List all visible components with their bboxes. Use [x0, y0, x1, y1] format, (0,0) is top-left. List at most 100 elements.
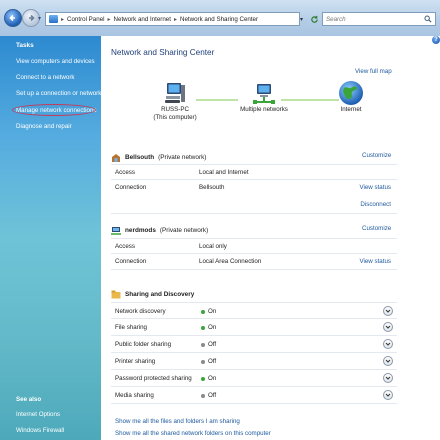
breadcrumb-network-and-internet[interactable]: Network and Internet	[114, 16, 171, 23]
private-network-icon	[112, 153, 120, 162]
status-dot-icon	[201, 326, 205, 330]
sharing-label: Public folder sharing	[115, 341, 172, 348]
search-input[interactable]	[326, 15, 425, 23]
customize-link[interactable]: Customize	[362, 152, 391, 159]
see-also-internet-options[interactable]: Internet Options	[16, 411, 60, 418]
row-value: Local only	[199, 243, 227, 250]
map-node-this-computer[interactable]: RUSS-PC (This computer)	[151, 82, 199, 122]
network-row: Connection Local Area Connection View st…	[111, 254, 397, 270]
network-row: Connection Bellsouth View status Disconn…	[111, 180, 397, 214]
chevron-down-icon	[385, 342, 391, 346]
sharing-title: Sharing and Discovery	[125, 290, 195, 298]
address-dropdown-button[interactable]: ▾	[297, 12, 306, 26]
sharing-label: Printer sharing	[115, 358, 156, 365]
refresh-button[interactable]	[308, 12, 320, 26]
private-network-icon	[111, 226, 121, 235]
recent-pages-dropdown[interactable]: ▾	[38, 15, 44, 23]
back-arrow-icon	[9, 14, 15, 22]
network-row: Access Local only	[111, 238, 397, 254]
expand-button[interactable]	[383, 373, 393, 383]
row-key: Connection	[115, 184, 147, 191]
breadcrumb-control-panel[interactable]: Control Panel	[67, 16, 105, 23]
page-title: Network and Sharing Center	[111, 48, 215, 57]
expand-button[interactable]	[383, 306, 393, 316]
map-node-label: Multiple networks	[240, 106, 288, 113]
expand-button[interactable]	[383, 356, 393, 366]
status-dot-icon	[201, 377, 205, 381]
row-key: Access	[115, 243, 135, 250]
see-also-windows-firewall[interactable]: Windows Firewall	[16, 427, 64, 434]
row-value: Bellsouth	[199, 184, 225, 191]
search-box[interactable]	[322, 12, 436, 26]
network-row: Access Local and Internet	[111, 164, 397, 180]
network-icon	[253, 84, 275, 104]
sharing-state: On	[208, 375, 217, 382]
tasks-title: Tasks	[16, 42, 34, 49]
row-value: Local and Internet	[199, 169, 249, 176]
breadcrumb-separator-icon[interactable]: ▸	[108, 16, 111, 23]
network-name: nerdmods	[125, 226, 156, 234]
see-also-title: See also	[16, 396, 42, 403]
chevron-down-icon	[385, 359, 391, 363]
sharing-state: Off	[208, 341, 217, 348]
sharing-row: Printer sharing Off	[111, 353, 397, 370]
breadcrumb-network-sharing-center[interactable]: Network and Sharing Center	[180, 16, 258, 23]
network-header-nerdmods: nerdmods (Private network)	[111, 224, 208, 236]
breadcrumb-separator-icon[interactable]: ▸	[174, 16, 177, 23]
view-status-link[interactable]: View status	[359, 184, 391, 191]
map-node-internet[interactable]: Internet	[333, 80, 369, 114]
status-dot-icon	[201, 310, 205, 314]
chevron-down-icon	[385, 376, 391, 380]
show-shared-folders-link[interactable]: Show me all the shared network folders o…	[115, 430, 271, 437]
map-node-sublabel: (This computer)	[153, 114, 197, 121]
task-diagnose-repair[interactable]: Diagnose and repair	[16, 123, 72, 130]
status-dot-icon	[201, 360, 205, 364]
back-button[interactable]	[4, 9, 22, 27]
sharing-state: On	[208, 308, 217, 315]
sharing-label: File sharing	[115, 324, 147, 331]
task-manage-network-connections[interactable]: Manage network connections	[16, 107, 97, 114]
forward-arrow-icon	[29, 14, 35, 22]
row-key: Access	[115, 169, 135, 176]
sharing-state: On	[208, 324, 217, 331]
globe-icon	[339, 81, 363, 105]
sharing-state: Off	[208, 358, 217, 365]
sharing-label: Password protected sharing	[115, 375, 192, 382]
main-content: ? Network and Sharing Center View full m…	[101, 36, 440, 440]
tasks-pane: Tasks View computers and devices Connect…	[0, 36, 101, 440]
show-shared-files-link[interactable]: Show me all the files and folders I am s…	[115, 418, 240, 425]
address-bar: ▾ ▸ Control Panel ▸ Network and Internet…	[0, 0, 440, 40]
chevron-down-icon	[385, 325, 391, 329]
task-setup-connection[interactable]: Set up a connection or network	[16, 90, 101, 97]
sharing-icon	[111, 290, 121, 298]
sharing-row: File sharing On	[111, 319, 397, 336]
disconnect-link[interactable]: Disconnect	[360, 201, 391, 208]
map-node-label: Internet	[340, 106, 362, 113]
breadcrumb-separator-icon[interactable]: ▸	[61, 16, 64, 23]
map-node-multiple-networks[interactable]: Multiple networks	[235, 82, 293, 114]
map-node-label: RUSS-PC	[161, 106, 189, 113]
status-dot-icon	[201, 343, 205, 347]
network-type: (Private network)	[159, 226, 209, 234]
customize-link[interactable]: Customize	[362, 225, 391, 232]
view-full-map-link[interactable]: View full map	[355, 68, 392, 75]
help-icon[interactable]: ?	[432, 36, 440, 44]
task-connect-to-network[interactable]: Connect to a network	[16, 74, 74, 81]
sharing-header: Sharing and Discovery	[111, 288, 194, 300]
search-icon[interactable]	[424, 15, 432, 23]
sharing-label: Network discovery	[115, 308, 166, 315]
chevron-down-icon	[385, 393, 391, 397]
expand-button[interactable]	[383, 322, 393, 332]
sharing-row: Password protected sharing On	[111, 370, 397, 387]
control-panel-icon	[49, 15, 58, 23]
task-view-computers[interactable]: View computers and devices	[16, 58, 95, 65]
status-dot-icon	[201, 394, 205, 398]
breadcrumb[interactable]: ▸ Control Panel ▸ Network and Internet ▸…	[45, 12, 300, 26]
expand-button[interactable]	[383, 339, 393, 349]
network-name: Bellsouth	[125, 153, 155, 161]
view-status-link[interactable]: View status	[359, 258, 391, 265]
sharing-row: Public folder sharing Off	[111, 336, 397, 353]
network-type: (Private network)	[158, 153, 207, 161]
sharing-state: Off	[208, 392, 217, 399]
expand-button[interactable]	[383, 390, 393, 400]
